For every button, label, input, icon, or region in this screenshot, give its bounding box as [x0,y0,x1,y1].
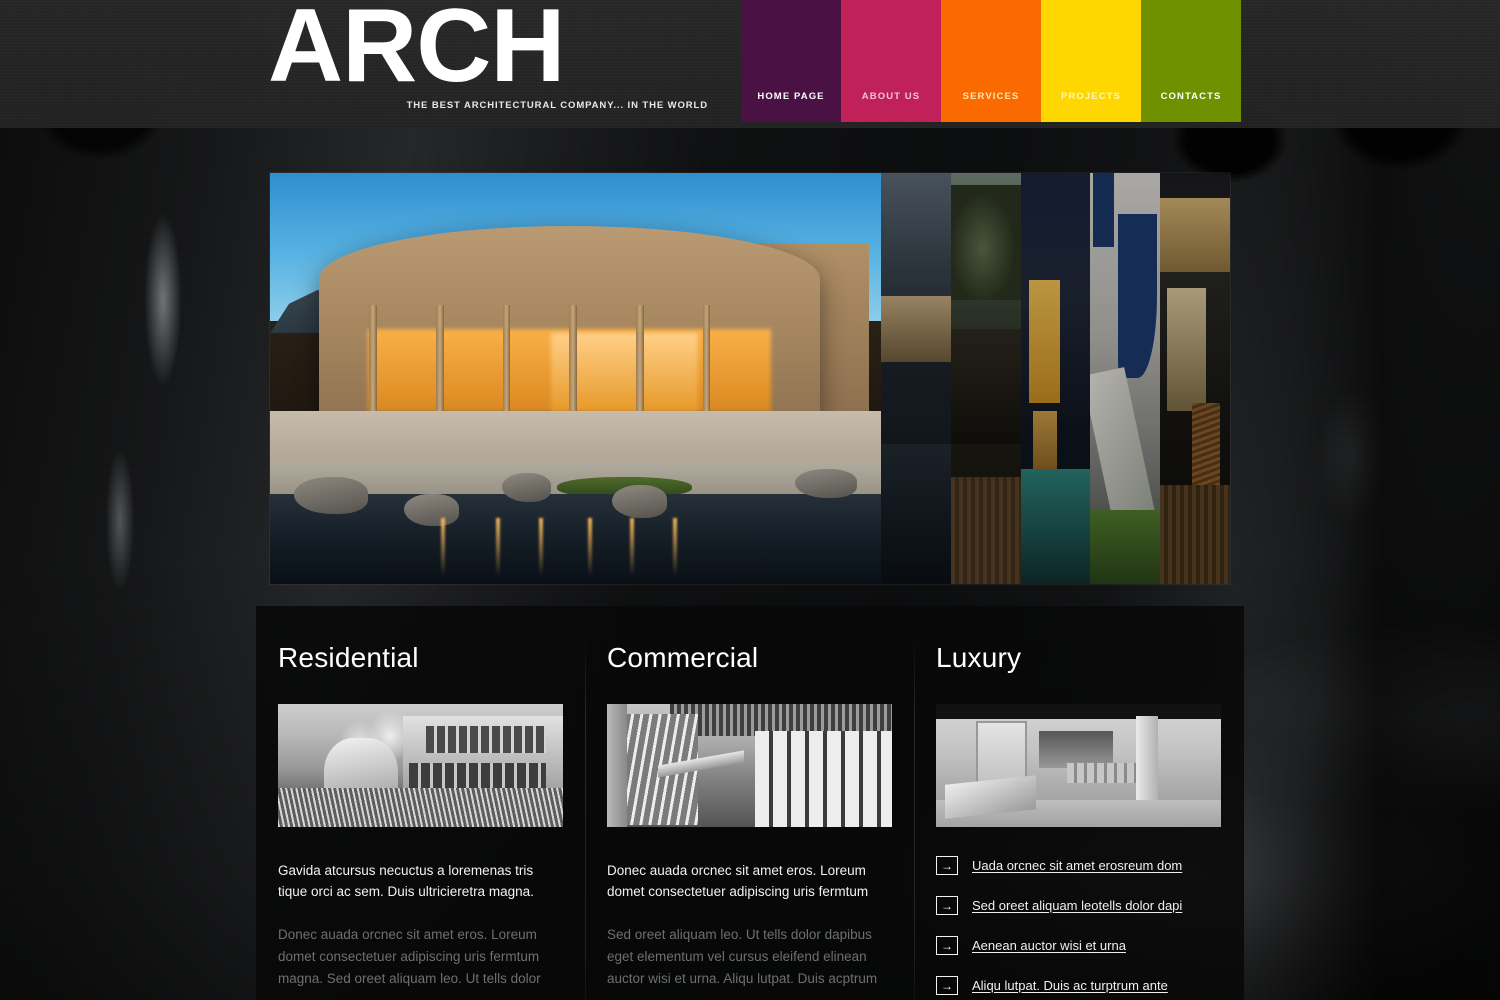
arrow-right-icon: → [936,936,958,955]
hero-thumb-1[interactable] [881,173,951,584]
list-item[interactable]: → Uada orcnec sit amet erosreum dom [936,856,1221,875]
column-body-commercial: Sed oreet aliquam leo. Ut tells dolor da… [607,927,878,986]
hero-thumb-4[interactable] [1090,173,1161,584]
three-column-layout: Residential Gavida atcursus necuctus a l… [256,634,1244,1000]
nav-label-contacts: CONTACTS [1160,91,1222,102]
logo-block[interactable]: ARCH THE BEST ARCHITECTURAL COMPANY... I… [268,0,708,111]
hero-thumb-2[interactable] [950,173,1021,584]
nav-label-home-page: HOME PAGE [757,91,825,102]
hero-thumb-3[interactable] [1020,173,1091,584]
nav-item-home-page[interactable]: HOME PAGE [741,0,841,122]
column-image-residential[interactable] [278,704,563,827]
column-title-commercial: Commercial [607,642,759,673]
luxury-link-3[interactable]: Aenean auctor wisi et urna [972,938,1126,953]
column-lead-commercial: Donec auada orcnec sit amet eros. Loreum… [607,863,869,899]
hero-main-image[interactable] [270,173,881,584]
list-item[interactable]: → Aliqu lutpat. Duis ac turptrum ante [936,976,1221,995]
nav-item-services[interactable]: SERVICES [941,0,1041,122]
site-header: ARCH THE BEST ARCHITECTURAL COMPANY... I… [0,0,1500,128]
column-title-residential: Residential [278,642,419,673]
nav-item-contacts[interactable]: CONTACTS [1141,0,1241,122]
list-item[interactable]: → Sed oreet aliquam leotells dolor dapi [936,896,1221,915]
nav-item-about-us[interactable]: ABOUT US [841,0,941,122]
site-logo: ARCH [268,0,565,104]
column-title-luxury: Luxury [936,642,1022,673]
column-commercial: Commercial Donec auada orcnec sit amet e… [585,634,914,1000]
hero-thumb-5[interactable] [1160,173,1230,584]
luxury-link-2[interactable]: Sed oreet aliquam leotells dolor dapi [972,898,1182,913]
arrow-right-icon: → [936,896,958,915]
column-residential: Residential Gavida atcursus necuctus a l… [256,642,585,1000]
nav-item-projects[interactable]: PROJECTS [1041,0,1141,122]
column-luxury: Luxury → Uada orcnec sit amet erosreum d… [914,634,1243,1000]
arrow-right-icon: → [936,976,958,995]
content-wrapper: Residential Gavida atcursus necuctus a l… [256,128,1244,1000]
column-body-residential: Donec auada orcnec sit amet eros. Loreum… [278,927,541,986]
hero-slider[interactable] [270,173,1230,584]
luxury-link-list: → Uada orcnec sit amet erosreum dom → Se… [936,856,1221,995]
content-panel: Residential Gavida atcursus necuctus a l… [256,606,1244,1000]
nav-label-about-us: ABOUT US [861,91,921,102]
nav-label-services: SERVICES [962,91,1020,102]
luxury-link-1[interactable]: Uada orcnec sit amet erosreum dom [972,858,1182,873]
nav-label-projects: PROJECTS [1060,91,1121,102]
main-navigation[interactable]: HOME PAGE ABOUT US SERVICES PROJECTS CON… [741,0,1241,122]
list-item[interactable]: → Aenean auctor wisi et urna [936,936,1221,955]
column-image-luxury[interactable] [936,704,1221,827]
luxury-link-4[interactable]: Aliqu lutpat. Duis ac turptrum ante [972,978,1168,993]
column-image-commercial[interactable] [607,704,892,827]
hero-thumbnail-strip[interactable] [881,173,1230,584]
column-lead-residential: Gavida atcursus necuctus a loremenas tri… [278,863,534,899]
arrow-right-icon: → [936,856,958,875]
